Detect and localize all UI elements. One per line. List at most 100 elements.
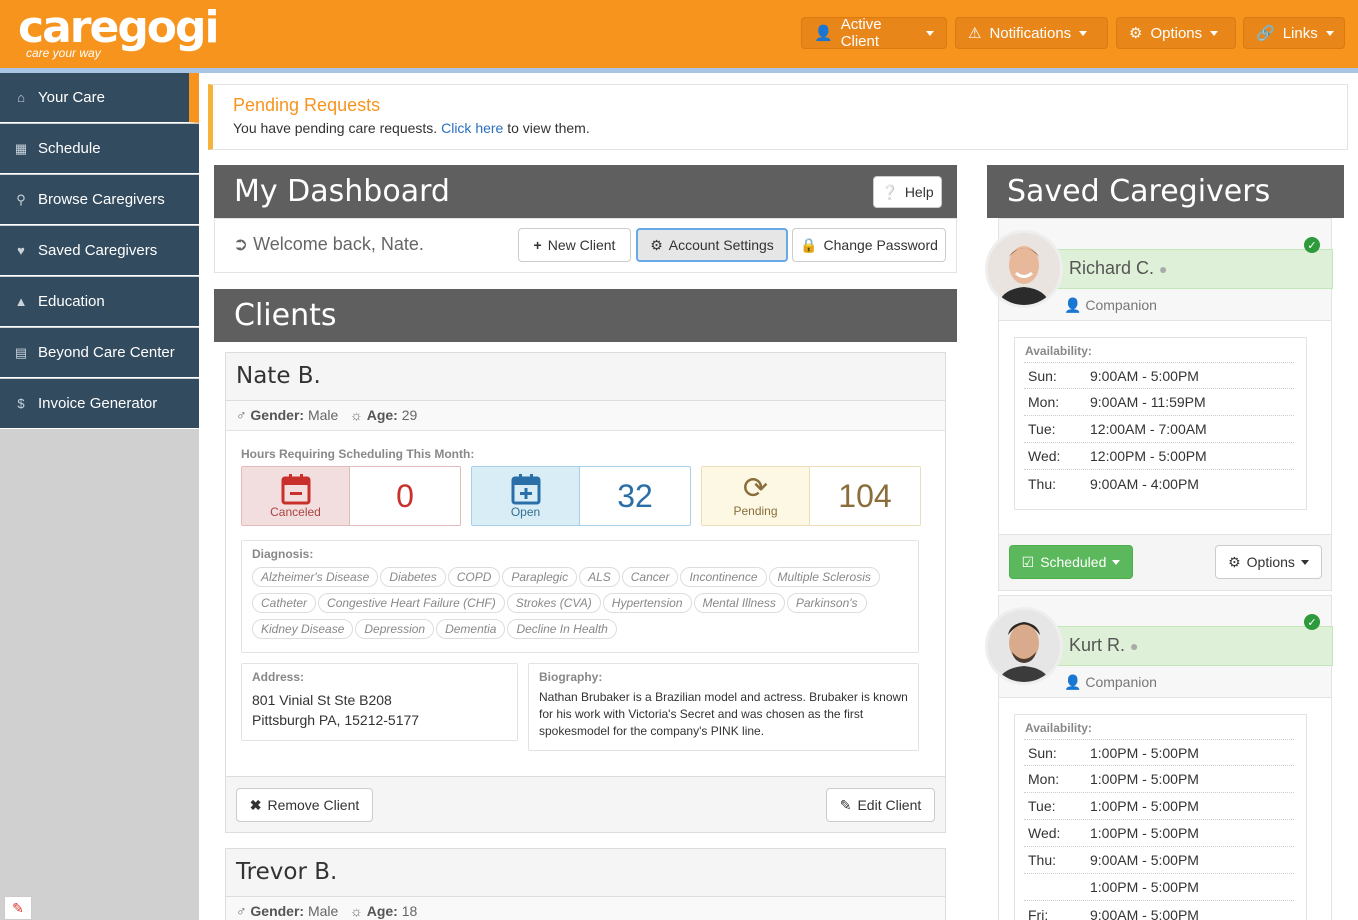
availability-row: Mon: 1:00PM - 5:00PM <box>1024 766 1294 793</box>
links-button[interactable]: 🔗 Links <box>1243 17 1345 49</box>
new-client-button[interactable]: + New Client <box>518 228 631 262</box>
links-label: Links <box>1282 24 1318 42</box>
notifications-label: Notifications <box>989 24 1072 42</box>
client-name: Nate B. <box>226 353 945 401</box>
caret-down-icon <box>926 30 934 36</box>
diagnosis-tags: Alzheimer's Disease Diabetes COPD Paraplegi… <box>252 567 908 645</box>
biography-text: Nathan Brubaker is a Brazilian model and… <box>539 690 908 738</box>
caregiver-name-bar[interactable]: Kurt R. ● <box>1048 626 1333 666</box>
pending-stat[interactable]: ⟳ Pending 104 <box>701 466 921 526</box>
sidebar-item-saved-caregivers[interactable]: ♥ Saved Caregivers <box>0 226 199 276</box>
sidebar-item-browse-caregivers[interactable]: ⚲ Browse Caregivers <box>0 175 199 225</box>
scheduled-label: Scheduled <box>1040 554 1107 570</box>
home-icon: ⌂ <box>17 90 25 105</box>
saved-caregivers-title: Saved Caregivers <box>1007 174 1271 209</box>
availability-row: Wed: 12:00PM - 5:00PM <box>1024 443 1294 470</box>
availability-day: Thu: <box>1028 852 1057 868</box>
caregiver-name-bar[interactable]: Richard C. ● <box>1048 249 1333 289</box>
verified-check-icon: ✓ <box>1304 614 1320 630</box>
caregogi-logo[interactable]: caregogi care your way <box>18 6 220 61</box>
diagnosis-tag: Strokes (CVA) <box>506 593 601 613</box>
clients-title: Clients <box>234 298 337 333</box>
availability-row: Sun: 1:00PM - 5:00PM <box>1024 739 1294 766</box>
availability-time: 12:00PM - 5:00PM <box>1090 448 1207 464</box>
change-password-button[interactable]: 🔒 Change Password <box>792 228 946 262</box>
options-label: Options <box>1150 24 1203 42</box>
avatar[interactable] <box>985 230 1063 308</box>
calendar-plus-icon <box>511 474 540 505</box>
open-value: 32 <box>617 477 653 514</box>
pending-stat-label-box: ⟳ Pending <box>702 467 810 525</box>
gear-icon: ⚙ <box>1129 25 1143 42</box>
pending-requests-link[interactable]: Click here <box>441 120 503 136</box>
caregiver-role: 👤 Companion <box>1064 674 1157 691</box>
caregiver-options-button[interactable]: ⚙ Options <box>1215 545 1322 579</box>
active-client-button[interactable]: 👤 Active Client <box>801 16 947 50</box>
feedback-widget-icon[interactable]: ✎ <box>4 896 32 920</box>
edit-client-button[interactable]: ✎ Edit Client <box>826 788 935 822</box>
active-client-label: Active Client <box>840 16 882 50</box>
availability-time: 1:00PM - 5:00PM <box>1090 744 1199 761</box>
canceled-stat-label-box: Canceled <box>242 467 350 525</box>
sidebar-item-label: Browse Caregivers <box>38 191 165 208</box>
options-button[interactable]: ⚙ Options <box>1116 17 1236 49</box>
availability-time: 9:00AM - 11:59PM <box>1090 394 1206 410</box>
diagnosis-tag: Mental Illness <box>693 593 785 613</box>
open-stat[interactable]: Open 32 <box>471 466 691 526</box>
availability-row: Thu: 9:00AM - 4:00PM <box>1024 470 1294 497</box>
gear-icon: ⚙ <box>1228 553 1241 570</box>
caregiver-role: 👤 Companion <box>1064 297 1157 314</box>
male-icon: ♂ <box>236 903 247 919</box>
remove-client-button[interactable]: ✖ Remove Client <box>236 788 373 822</box>
client-meta: ♂ Gender: Male ☼ Age: 29 <box>226 401 945 431</box>
heart-icon: ♥ <box>17 243 25 258</box>
sidebar-item-label: Your Care <box>38 89 105 106</box>
sidebar-item-label: Invoice Generator <box>38 395 158 412</box>
biography-label: Biography: <box>539 670 603 684</box>
sidebar-item-schedule[interactable]: ▦ Schedule <box>0 124 199 174</box>
caregiver-role-label: Companion <box>1085 674 1157 690</box>
availability-time: 9:00AM - 5:00PM <box>1090 852 1199 868</box>
user-icon: 👤 <box>814 25 833 42</box>
caregiver-photo <box>988 610 1060 682</box>
link-icon: 🔗 <box>1256 25 1275 42</box>
availability-row: Fri: 9:00AM - 5:00PM <box>1024 901 1294 920</box>
pending-requests-alert: Pending Requests You have pending care r… <box>208 84 1348 150</box>
account-settings-button[interactable]: ⚙ Account Settings <box>636 228 788 262</box>
caregiver-name: Kurt R. <box>1069 635 1126 655</box>
availability-time: 9:00AM - 4:00PM <box>1090 475 1199 492</box>
user-icon: 👤 <box>1064 674 1082 690</box>
canceled-stat[interactable]: Canceled 0 <box>241 466 461 526</box>
diagnosis-box: Diagnosis: Alzheimer's Disease Diabetes CO… <box>241 540 919 653</box>
availability-row: Sun: 9:00AM - 5:00PM <box>1024 362 1294 389</box>
open-label: Open <box>510 505 541 519</box>
availability-time: 12:00AM - 7:00AM <box>1090 421 1207 437</box>
help-label: Help <box>904 184 934 200</box>
address-box: Address: 801 Vinial St Ste B208 Pittsbur… <box>241 663 518 741</box>
sidebar-item-beyond-care-center[interactable]: ▤ Beyond Care Center <box>0 328 199 378</box>
help-button[interactable]: ❔ Help <box>873 176 942 208</box>
diagnosis-tag: COPD <box>447 567 501 587</box>
pending-text-after: to view them. <box>503 120 590 136</box>
pending-requests-text: You have pending care requests. Click he… <box>233 120 1327 136</box>
scheduled-dropdown-button[interactable]: ☑ Scheduled <box>1009 545 1133 579</box>
availability-row: Tue: 1:00PM - 5:00PM <box>1024 793 1294 820</box>
avatar[interactable] <box>985 607 1063 685</box>
sidebar-item-invoice-generator[interactable]: $ Invoice Generator <box>0 379 199 429</box>
availability-time: 9:00AM - 5:00PM <box>1090 906 1199 920</box>
availability-time: 1:00PM - 5:00PM <box>1090 825 1199 841</box>
diagnosis-label: Diagnosis: <box>252 547 314 561</box>
canceled-label: Canceled <box>270 505 321 519</box>
diagnosis-tag: Depression <box>355 619 435 639</box>
notifications-button[interactable]: ⚠ Notifications <box>955 17 1108 49</box>
availability-day: Tue: <box>1028 421 1056 437</box>
availability-row: Wed: 1:00PM - 5:00PM <box>1024 820 1294 847</box>
address-label: Address: <box>252 670 305 684</box>
sidebar-item-your-care[interactable]: ⌂ Your Care <box>0 73 199 123</box>
age-label: Age: <box>366 407 398 423</box>
arrow-circle-icon: ➲ <box>233 234 249 254</box>
client-name: Trevor B. <box>226 849 945 897</box>
search-icon: ⚲ <box>16 191 26 207</box>
availability-time: 1:00PM - 5:00PM <box>1090 771 1199 787</box>
sidebar-item-education[interactable]: ▲ Education <box>0 277 199 327</box>
